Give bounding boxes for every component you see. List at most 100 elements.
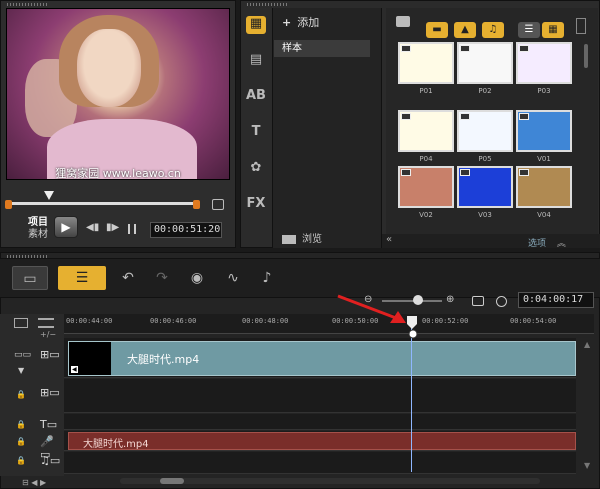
show-photo-icon[interactable]: ▲ [454,22,476,38]
overlay-track[interactable] [64,379,576,413]
split-clip-icon[interactable] [212,199,224,210]
undo-icon[interactable]: ↶ [118,266,138,290]
title-track-icon: T▭ [40,418,58,431]
title-track[interactable] [64,414,576,430]
media-thumbnail[interactable] [457,110,513,152]
collapse-left-icon[interactable]: « [386,234,392,245]
media-thumbnail[interactable] [516,166,572,208]
media-thumbnail-label: V02 [419,211,433,219]
zoom-in-icon[interactable]: ⊕ [446,294,454,305]
panel-grip[interactable] [7,3,47,6]
media-thumbnail[interactable] [457,166,513,208]
storyboard-view-icon[interactable]: ▭ [12,266,48,290]
library-scrollbar[interactable] [584,44,588,68]
timeline-vscroll[interactable]: ▲ ▼ [584,340,590,470]
track-enable-icon[interactable]: ▭▭ [14,350,31,360]
media-thumbnail[interactable] [457,42,513,84]
clip-thumbnail: ◀ [69,342,111,375]
browse-button[interactable]: 浏览 [282,230,322,245]
transition-icon[interactable]: AB [246,88,266,106]
media-thumbnail-label: P05 [478,155,492,163]
library-category-bar: ▦ ▤ AB T ✿ FX [240,8,270,248]
ruler-tick-label: 00:00:46:00 [150,317,197,325]
lock-icon[interactable]: 🔒 [16,390,26,399]
instant-project-icon[interactable]: ▤ [246,52,266,70]
graphic-icon[interactable]: ✿ [246,160,266,178]
add-folder-button[interactable]: + 添加 [282,14,319,30]
options-button[interactable]: 选项 ︽ [528,236,566,249]
media-thumbnail-label: P01 [419,87,433,95]
mode-project-label[interactable]: 项目 [28,217,48,229]
timeline-ruler[interactable]: 00:00:44:00 00:00:46:00 00:00:48:00 00:0… [64,314,594,334]
media-type-icon [519,45,529,52]
show-video-icon[interactable]: ▬ [426,22,448,38]
trim-end-marker[interactable] [193,200,200,209]
music-track[interactable] [64,452,576,474]
next-frame-icon[interactable]: ▮▶ [106,222,119,233]
scrubber-track[interactable] [8,202,198,205]
title-icon[interactable]: T [246,124,266,142]
redo-icon[interactable]: ↷ [152,266,172,290]
music-track-icon: ♫▭ [40,454,61,467]
lock-icon[interactable]: 🔒 [16,437,26,446]
track-manager-icon[interactable] [14,318,28,328]
list-view-icon[interactable]: ☰ [518,22,540,38]
fit-project-icon[interactable] [472,296,484,306]
media-thumbnail[interactable] [398,110,454,152]
thumbnail-view-icon[interactable]: ▦ [542,22,564,38]
previous-frame-icon[interactable]: ◀▮ [86,222,99,233]
media-thumbnail[interactable] [516,42,572,84]
audio-clip[interactable]: 大腿时代.mp4 [68,432,576,450]
track-headers: +/− ▭▭ ▼ ⊞▭ ⊞▭ T▭ 🎤▭ ♫▭ 🔒 🔒 🔒 🔒 [0,314,64,476]
show-audio-icon[interactable]: ♫ [482,22,504,38]
media-thumbnail-label: V01 [537,155,551,163]
media-thumbnail[interactable] [398,166,454,208]
media-thumbnail[interactable] [516,110,572,152]
mode-clip-label[interactable]: 素材 [28,229,48,241]
media-thumbnail[interactable] [398,42,454,84]
timeline-options-icon[interactable]: ⊟ ◀ ▶ [22,478,46,487]
lock-icon[interactable]: 🔒 [16,456,26,465]
scroll-down-icon[interactable]: ▼ [584,461,590,470]
red-arrow-annotation [337,294,406,323]
hscroll-thumb[interactable] [160,478,184,484]
repeat-icon[interactable] [128,224,136,234]
filter-icon[interactable]: FX [246,196,266,214]
overlay-track-icon: ⊞▭ [40,386,60,399]
timeline-duration[interactable]: 0:04:00:17 [518,292,594,308]
folder-open-icon[interactable] [396,16,410,27]
ruler-tick-label: 00:00:44:00 [66,317,113,325]
sound-mixer-icon[interactable]: ∿ [222,266,244,290]
preview-watermark: 狸窝家园 www.leawo.cn [55,167,181,180]
mode-switch[interactable]: 项目 素材 [28,217,48,241]
lock-icon[interactable]: 🔒 [16,420,26,429]
playhead-line[interactable] [411,324,412,472]
video-clip[interactable]: ◀ 大腿时代.mp4 [68,341,576,376]
scroll-up-icon[interactable]: ▲ [584,340,590,349]
ruler-tick-label: 00:00:52:00 [422,317,469,325]
add-remove-chapter-icon[interactable]: +/− [40,330,56,339]
trim-start-marker[interactable] [5,200,12,209]
media-icon[interactable]: ▦ [246,16,266,34]
media-type-icon [460,113,470,120]
auto-music-icon[interactable]: ♪ [256,266,278,290]
track-expand-icon[interactable]: ▼ [18,366,24,375]
zoom-slider-handle[interactable] [413,295,423,305]
record-capture-icon[interactable]: ◉ [186,266,208,290]
panel-grip[interactable] [247,3,287,6]
preview-timecode[interactable]: 00:00:51:20 [150,222,222,238]
library-footer [382,234,600,248]
timeline-view-icon[interactable]: ☰ [58,266,106,290]
folder-sample[interactable]: 样本 [274,40,370,57]
chapter-menu-icon[interactable] [38,318,54,328]
expand-up-icon: ︽ [556,239,566,249]
media-type-icon [401,45,411,52]
browse-icon [282,234,296,244]
media-type-icon [519,169,529,176]
play-button[interactable]: ▶ [54,216,78,238]
media-type-icon [401,113,411,120]
plus-icon: + [282,16,292,29]
sort-icon[interactable] [576,18,586,34]
add-label: 添加 [297,16,320,29]
scrubber-handle[interactable] [44,191,54,200]
